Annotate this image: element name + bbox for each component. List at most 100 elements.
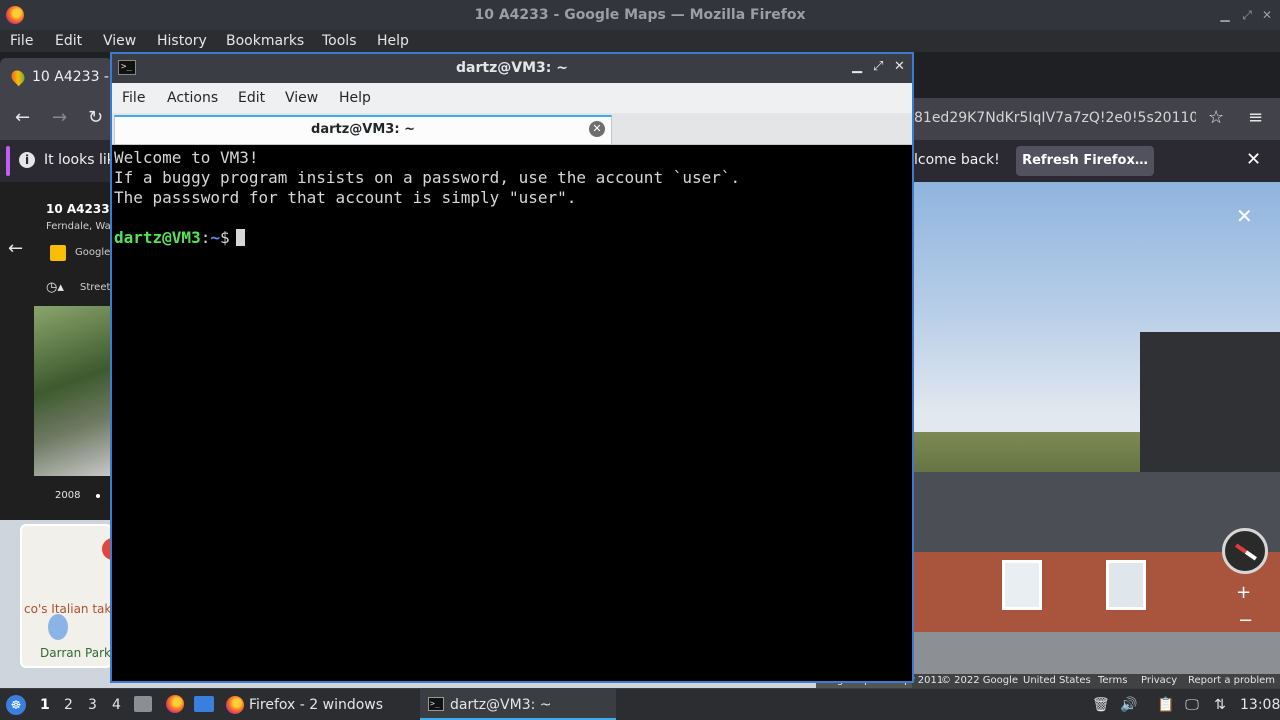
firefox-titlebar: 10 A4233 - Google Maps — Mozilla Firefox… (0, 0, 1280, 30)
terminal-menu-view[interactable]: View (285, 90, 318, 106)
street-view-thumbnail[interactable] (34, 306, 112, 476)
back-icon[interactable]: ← (15, 107, 30, 128)
workspace-3[interactable]: 3 (88, 697, 97, 713)
terminal-menu-edit[interactable]: Edit (238, 90, 265, 106)
prompt-symbol: $ (219, 228, 230, 247)
maximize-icon[interactable]: ⤢ (873, 59, 883, 74)
bookmark-star-icon[interactable]: ☆ (1208, 107, 1224, 128)
back-arrow-icon[interactable]: ← (8, 238, 23, 259)
forward-icon[interactable]: → (52, 107, 67, 128)
trash-icon[interactable]: 🗑 (1092, 697, 1110, 713)
firefox-launcher-icon[interactable] (166, 695, 184, 713)
tab-google-maps[interactable]: 10 A4233 - (0, 58, 112, 98)
time-travel-icon[interactable]: ◷▴ (46, 280, 64, 295)
taskbar-task-label: dartz@VM3: ~ (450, 697, 552, 713)
street-label: Street (80, 282, 111, 293)
tab-close-icon[interactable]: ✕ (589, 121, 605, 137)
taskbar-task-terminal[interactable]: >_ dartz@VM3: ~ (420, 689, 616, 720)
terminal-output[interactable]: Welcome to VM3! If a buggy program insis… (114, 148, 910, 681)
minimize-icon[interactable]: ▁ (852, 59, 862, 74)
street-view-info-panel: ← 10 A4233 Ferndale, Wa Google ◷▴ Street… (0, 182, 112, 520)
minimap-park-shape (48, 614, 68, 640)
google-label: Google (75, 247, 111, 258)
workspace-4[interactable]: 4 (112, 697, 121, 713)
refresh-firefox-button[interactable]: Refresh Firefox… (1016, 146, 1154, 176)
menu-help[interactable]: Help (377, 33, 409, 49)
minimap-place-label: co's Italian tak (24, 602, 112, 616)
firefox-menubar: File Edit View History Bookmarks Tools H… (0, 30, 1280, 52)
street-view-window (1002, 560, 1042, 610)
clock: 13:08 (1240, 697, 1280, 713)
text-cursor (235, 229, 245, 246)
terminal-tabbar: dartz@VM3: ~ ✕ (112, 113, 912, 145)
prompt-user: dartz@VM3 (114, 228, 201, 247)
zoom-in-icon[interactable]: + (1236, 582, 1251, 603)
close-icon[interactable]: ✕ (894, 59, 905, 74)
terminal-prompt[interactable]: dartz@VM3:~$ (114, 228, 245, 247)
terminal-tab[interactable]: dartz@VM3: ~ ✕ (114, 115, 612, 144)
terminal-line: The passsword for that account is simply… (114, 188, 577, 207)
taskbar-task-label: Firefox - 2 windows (249, 697, 384, 713)
notification-message-end: lcome back! (914, 152, 1000, 168)
workspace-1[interactable]: 1 (40, 697, 50, 713)
hamburger-menu-icon[interactable]: ≡ (1248, 107, 1263, 128)
maximize-icon[interactable]: ⤢ (1240, 8, 1254, 22)
footer-privacy[interactable]: Privacy (1141, 675, 1177, 686)
taskbar-task-firefox[interactable]: Firefox - 2 windows (220, 689, 416, 720)
tab-label: 10 A4233 - (32, 69, 109, 85)
show-desktop-icon[interactable] (194, 696, 214, 712)
zoom-out-icon[interactable]: − (1238, 610, 1253, 631)
menu-tools[interactable]: Tools (322, 33, 357, 49)
terminal-icon: >_ (428, 697, 444, 711)
terminal-window-title: dartz@VM3: ~ (456, 60, 568, 76)
display-icon[interactable]: 🖵 (1184, 697, 1200, 713)
menu-file[interactable]: File (10, 33, 33, 49)
terminal-tab-label: dartz@VM3: ~ (311, 122, 415, 137)
menu-bookmarks[interactable]: Bookmarks (226, 33, 304, 49)
firefox-icon (226, 696, 244, 714)
minimize-icon[interactable]: ▁ (1218, 8, 1232, 22)
file-manager-icon[interactable] (134, 696, 152, 712)
terminal-window[interactable]: >_ dartz@VM3: ~ ▁ ⤢ ✕ File Actions Edit … (110, 52, 914, 683)
application-menu-icon[interactable]: ☸ (6, 695, 26, 715)
street-view-window (1106, 560, 1146, 610)
close-icon[interactable]: ✕ (1260, 8, 1274, 22)
google-maps-icon (8, 67, 28, 87)
terminal-menu-file[interactable]: File (122, 90, 145, 106)
terminal-menu-help[interactable]: Help (339, 90, 371, 106)
compass-needle (1235, 543, 1257, 561)
notification-close-icon[interactable]: ✕ (1246, 149, 1261, 170)
network-icon[interactable]: ⇅ (1212, 697, 1228, 713)
terminal-titlebar[interactable]: >_ dartz@VM3: ~ ▁ ⤢ ✕ (112, 54, 912, 83)
menu-history[interactable]: History (157, 33, 207, 49)
firefox-window-title: 10 A4233 - Google Maps — Mozilla Firefox (474, 7, 806, 23)
prompt-path: ~ (210, 228, 220, 247)
minimap[interactable]: co's Italian tak Darran Park (20, 524, 112, 668)
google-icon (50, 245, 66, 261)
url-bar[interactable]: 81ed29K7NdKr5IqIV7a7zQ!2e0!5s20110 (914, 110, 1196, 126)
menu-edit[interactable]: Edit (55, 33, 82, 49)
capture-year: 2008 (55, 490, 81, 501)
reload-icon[interactable]: ↻ (88, 107, 103, 128)
terminal-line: Welcome to VM3! (114, 148, 259, 167)
compass-icon[interactable] (1222, 528, 1268, 574)
address-title: 10 A4233 (46, 202, 110, 216)
footer-country[interactable]: United States (1023, 675, 1091, 686)
footer-report-problem[interactable]: Report a problem (1188, 675, 1275, 686)
street-view-close-icon[interactable]: ✕ (1236, 204, 1253, 228)
footer-terms[interactable]: Terms (1098, 675, 1127, 686)
menu-view[interactable]: View (103, 33, 136, 49)
footer-copyright: © 2022 Google (941, 675, 1019, 686)
terminal-menubar: File Actions Edit View Help (112, 83, 912, 113)
volume-icon[interactable]: 🔊 (1120, 697, 1137, 713)
taskbar: ☸ 1 2 3 4 Firefox - 2 windows >_ dartz@V… (0, 688, 1280, 720)
terminal-menu-actions[interactable]: Actions (167, 90, 218, 106)
minimap-park-label: Darran Park (40, 646, 111, 660)
notification-message: It looks lik (44, 152, 115, 168)
address-locality: Ferndale, Wa (46, 221, 111, 232)
info-icon: i (19, 152, 35, 168)
clipboard-icon[interactable]: 📋 (1157, 697, 1174, 713)
prompt-separator: : (200, 228, 211, 247)
workspace-2[interactable]: 2 (64, 697, 73, 713)
timeline-dot[interactable] (96, 494, 100, 498)
